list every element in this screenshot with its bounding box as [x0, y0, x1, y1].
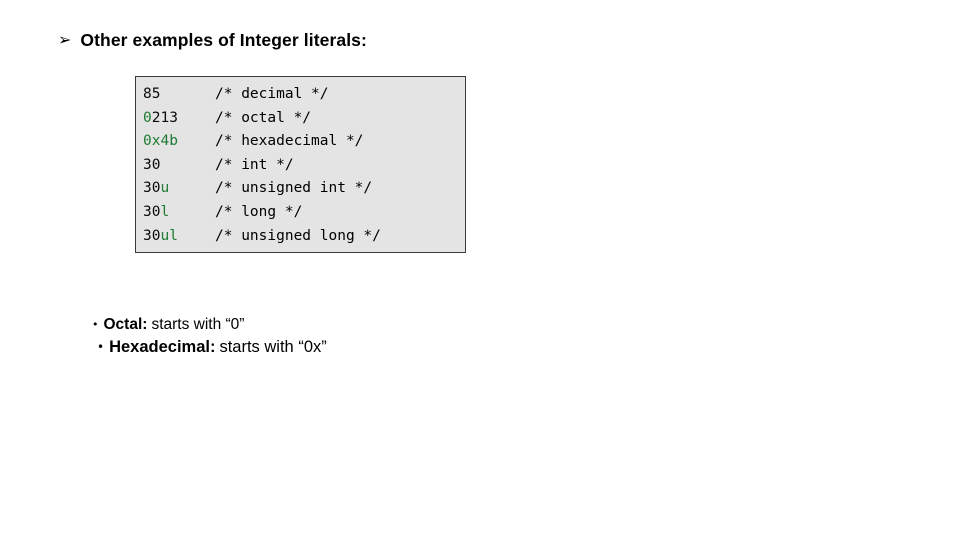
- code-line: 85 /* decimal */: [143, 83, 465, 107]
- literal-suffix: 85: [143, 86, 161, 102]
- code-line: 0213 /* octal */: [143, 107, 465, 131]
- bullet-label: Octal:: [103, 316, 148, 333]
- literal-prefix: 30: [143, 203, 161, 220]
- bullet-dot-icon: •: [92, 318, 99, 331]
- page-title-text: Other examples of Integer literals:: [80, 30, 367, 50]
- code-line: 30 /* int */: [143, 154, 465, 178]
- literal-prefix: 30: [143, 156, 161, 173]
- code-comment: /* hexadecimal */: [215, 133, 364, 150]
- code-literal: 30u: [143, 177, 215, 201]
- code-literal: 85: [143, 83, 215, 107]
- code-comment: /* octal */: [215, 109, 312, 126]
- code-literal: 30: [143, 154, 215, 178]
- bullet-text: starts with “0x”: [219, 338, 327, 356]
- bullet-text: starts with “0”: [151, 316, 245, 333]
- code-line: 0x4b /* hexadecimal */: [143, 130, 465, 154]
- code-literal: 30ul: [143, 225, 215, 249]
- bullet-list: • Octal: starts with “0” • Hexadecimal: …: [92, 316, 612, 357]
- code-line: 30l /* long */: [143, 201, 465, 225]
- code-comment: /* decimal */: [215, 86, 329, 102]
- bullet-dot-icon: •: [97, 340, 105, 354]
- code-comment: /* unsigned long */: [215, 227, 381, 244]
- code-literal: 0x4b: [143, 130, 215, 154]
- list-item: • Octal: starts with “0”: [92, 316, 612, 334]
- literal-accent: l: [160, 203, 170, 220]
- code-comment: /* unsigned int */: [215, 180, 373, 197]
- code-line: 30u /* unsigned int */: [143, 177, 465, 201]
- code-line: 30ul /* unsigned long */: [143, 225, 465, 249]
- list-item: • Hexadecimal: starts with “0x”: [97, 338, 612, 357]
- literal-suffix: 213: [151, 109, 178, 126]
- code-literal: 30l: [143, 201, 215, 225]
- literal-prefix: 30: [143, 227, 161, 244]
- literal-accent: u: [160, 180, 170, 197]
- code-block: 85 /* decimal */ 0213 /* octal */ 0x4b /…: [135, 76, 466, 253]
- literal-accent: ul: [160, 227, 178, 244]
- page-title: ➢ Other examples of Integer literals:: [58, 30, 367, 51]
- code-comment: /* long */: [215, 203, 303, 220]
- literal-prefix: 30: [143, 180, 161, 197]
- literal-accent: 0x4b: [143, 133, 178, 150]
- slide-canvas: ➢ Other examples of Integer literals: 85…: [0, 0, 960, 540]
- code-literal: 0213: [143, 107, 215, 131]
- code-comment: /* int */: [215, 156, 294, 173]
- arrow-bullet-icon: ➢: [58, 30, 72, 49]
- literal-accent: 0: [143, 109, 152, 126]
- bullet-label: Hexadecimal:: [109, 338, 216, 356]
